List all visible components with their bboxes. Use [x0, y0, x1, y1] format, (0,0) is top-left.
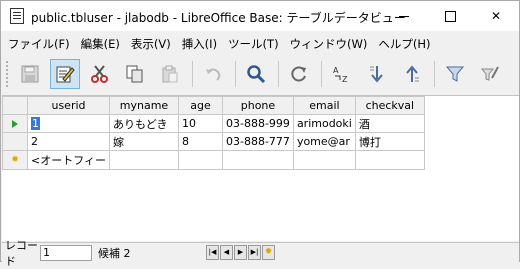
cell-phone[interactable]: 03-888-999: [222, 114, 294, 133]
sort-descending-icon[interactable]: [397, 59, 427, 89]
cell-myname[interactable]: 嫁: [109, 132, 179, 151]
record-navigation: |◀ ◀ ▶ ▶| ✹: [206, 245, 276, 260]
row-header[interactable]: [2, 132, 28, 151]
cell-age[interactable]: 10: [178, 114, 223, 133]
toolbar-grip[interactable]: [5, 60, 9, 88]
cell-myname[interactable]: ありもどき: [109, 114, 179, 133]
menu-window[interactable]: ウィンドウ(W): [287, 36, 371, 52]
record-label: レコード: [5, 238, 38, 268]
new-record-star-icon: ✹: [11, 155, 19, 165]
title-bar: public.tbluser - jlabodb - LibreOffice B…: [1, 1, 519, 31]
record-number-field[interactable]: 1: [40, 244, 92, 261]
copy-icon[interactable]: [120, 59, 150, 89]
toolbar-separator: [278, 61, 279, 87]
maximize-button[interactable]: [427, 1, 473, 31]
cell-myname-new[interactable]: [109, 150, 179, 170]
menu-edit[interactable]: 編集(E): [78, 36, 123, 52]
minimize-button[interactable]: [381, 1, 427, 31]
cell-email-new[interactable]: [292, 150, 356, 170]
cell-phone[interactable]: 03-888-777: [222, 132, 294, 151]
find-icon[interactable]: [241, 59, 271, 89]
cell-checkval[interactable]: 酒: [354, 114, 425, 133]
row-header-current[interactable]: [2, 114, 28, 133]
toolbar-separator: [192, 61, 193, 87]
previous-record-icon[interactable]: ◀: [220, 245, 233, 260]
window-title: public.tbluser - jlabodb - LibreOffice B…: [31, 11, 406, 25]
sort-icon[interactable]: AZ: [327, 59, 357, 89]
cell-email[interactable]: yome@ar: [292, 132, 356, 151]
cell-checkval[interactable]: 博打: [354, 132, 425, 151]
refresh-icon[interactable]: [284, 59, 314, 89]
column-header-checkval[interactable]: checkval: [354, 96, 425, 115]
undo-icon[interactable]: [198, 59, 228, 89]
svg-text:A: A: [333, 66, 339, 75]
cell-phone-new[interactable]: [222, 150, 294, 170]
autofilter-icon[interactable]: [440, 59, 470, 89]
column-header-userid[interactable]: userid: [27, 96, 110, 115]
save-icon[interactable]: [15, 59, 45, 89]
data-grid[interactable]: userid myname age phone email checkval 1…: [2, 95, 519, 241]
menu-tools[interactable]: ツール(T): [225, 36, 282, 52]
standard-filter-icon[interactable]: [475, 59, 505, 89]
svg-text:Z: Z: [342, 75, 348, 84]
new-record-icon[interactable]: ✹: [262, 245, 275, 260]
cut-icon[interactable]: [85, 59, 115, 89]
cell-age[interactable]: 8: [178, 132, 223, 151]
paste-icon[interactable]: [155, 59, 185, 89]
menu-insert[interactable]: 挿入(I): [179, 36, 220, 52]
edit-data-icon[interactable]: [50, 59, 80, 89]
new-record-row[interactable]: ✹ <オートフィー: [2, 150, 425, 170]
toolbar: AZ: [1, 55, 519, 93]
grid-corner[interactable]: [2, 96, 28, 115]
toolbar-separator: [434, 61, 435, 87]
toolbar-separator: [321, 61, 322, 87]
row-header-new[interactable]: ✹: [2, 150, 28, 170]
table-row[interactable]: 2 嫁 8 03-888-777 yome@ar 博打: [2, 132, 425, 151]
table-view: userid myname age phone email checkval 1…: [2, 96, 425, 170]
cell-userid[interactable]: 2: [27, 132, 110, 151]
menu-file[interactable]: ファイル(F): [5, 36, 73, 52]
cell-email[interactable]: arimodoki: [292, 114, 356, 133]
toolbar-separator: [235, 61, 236, 87]
record-status-bar: レコード 1 候補 2 |◀ ◀ ▶ ▶| ✹: [2, 239, 519, 268]
table-row[interactable]: 1 ありもどき 10 03-888-999 arimodoki 酒: [2, 114, 425, 133]
cell-age-new[interactable]: [178, 150, 223, 170]
sort-ascending-icon[interactable]: [362, 59, 392, 89]
menu-bar: ファイル(F) 編集(E) 表示(V) 挿入(I) ツール(T) ウィンドウ(W…: [1, 33, 519, 55]
menu-view[interactable]: 表示(V): [128, 36, 174, 52]
app-window: public.tbluser - jlabodb - LibreOffice B…: [0, 0, 520, 268]
column-header-myname[interactable]: myname: [109, 96, 179, 115]
cell-checkval-new[interactable]: [354, 150, 425, 170]
close-button[interactable]: [473, 1, 519, 31]
cell-userid-new[interactable]: <オートフィー: [27, 150, 110, 170]
column-header-age[interactable]: age: [178, 96, 223, 115]
current-record-arrow-icon: [12, 120, 18, 128]
record-count-label: 候補 2: [98, 246, 131, 260]
header-row: userid myname age phone email checkval: [2, 96, 425, 115]
document-icon: [10, 8, 24, 24]
column-header-email[interactable]: email: [292, 96, 356, 115]
column-header-phone[interactable]: phone: [222, 96, 294, 115]
first-record-icon[interactable]: |◀: [206, 245, 219, 260]
next-record-icon[interactable]: ▶: [234, 245, 247, 260]
selected-cell-value: 1: [31, 117, 40, 130]
last-record-icon[interactable]: ▶|: [248, 245, 261, 260]
menu-help[interactable]: ヘルプ(H): [375, 36, 433, 52]
cell-userid[interactable]: 1: [27, 114, 110, 133]
